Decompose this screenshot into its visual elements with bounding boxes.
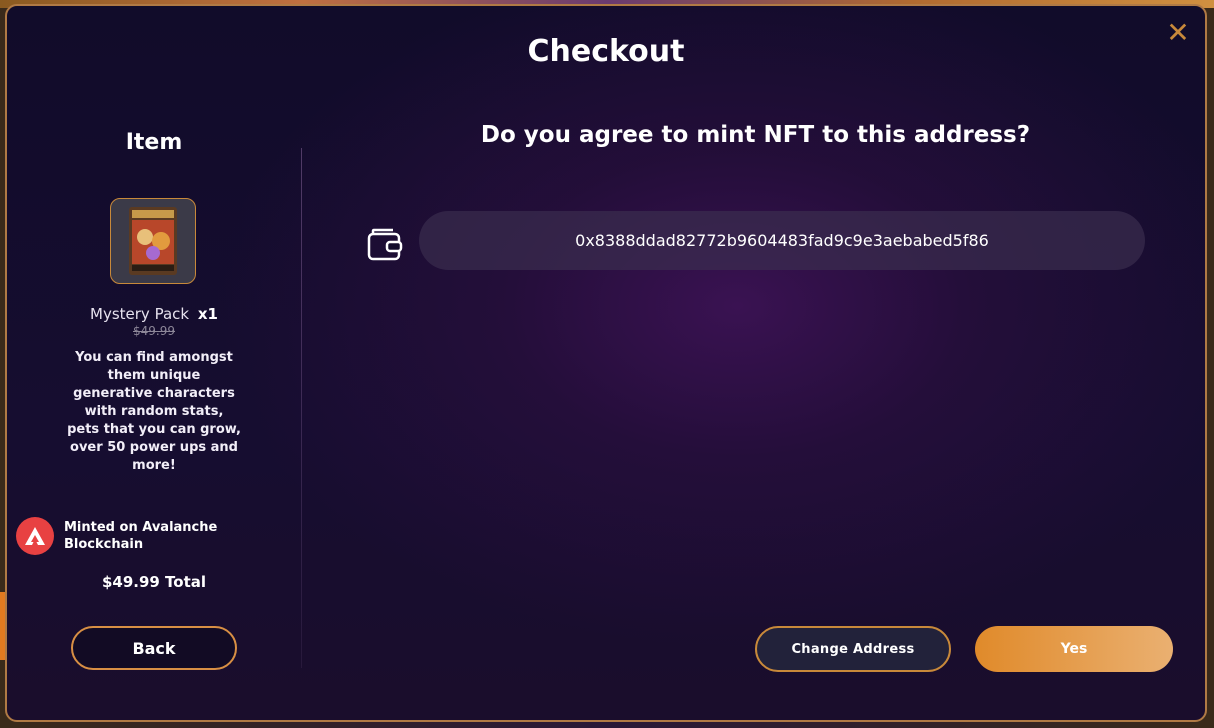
item-thumbnail [110, 198, 196, 284]
item-name: Mystery Pack [90, 305, 190, 323]
item-quantity: x1 [197, 305, 218, 323]
item-description: You can find amongst them unique generat… [67, 350, 241, 473]
order-total: $49.99 Total [101, 573, 207, 591]
back-button[interactable]: Back [71, 626, 237, 670]
item-panel: Item Mystery Pack x1 $49.99 You can find… [7, 6, 301, 720]
item-price: $49.99 [133, 324, 175, 338]
chain-info: Minted on Avalanche Blockchain [16, 517, 256, 555]
wallet-icon [367, 228, 403, 261]
item-heading: Item [125, 130, 183, 155]
chain-label: Minted on Avalanche Blockchain [64, 520, 218, 552]
checkout-modal: ✕ Checkout Item Mystery Pack x1 $49.99 Y… [5, 4, 1207, 722]
avalanche-icon [16, 517, 54, 555]
wallet-address: 0x8388ddad82772b9604483fad9c9e3aebabed5f… [419, 211, 1145, 270]
confirm-question: Do you agree to mint NFT to this address… [480, 122, 1031, 148]
item-name-row: Mystery Pack x1 [7, 305, 301, 323]
mystery-pack-image [129, 207, 177, 275]
column-divider [301, 148, 302, 668]
change-address-button[interactable]: Change Address [755, 626, 951, 672]
yes-button[interactable]: Yes [975, 626, 1173, 672]
